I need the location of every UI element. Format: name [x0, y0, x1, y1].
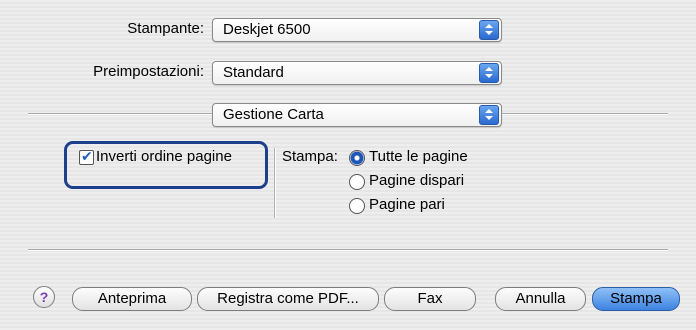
print-button[interactable]: Stampa	[592, 287, 680, 311]
radio-all-pages[interactable]	[349, 150, 365, 166]
popup-arrows-icon	[479, 63, 499, 83]
reverse-order-checkbox[interactable]: ✔	[79, 148, 94, 165]
presets-popup[interactable]: Standard	[212, 61, 502, 85]
radio-odd-pages[interactable]	[349, 174, 365, 190]
vertical-divider	[274, 148, 276, 218]
radio-all-pages-label[interactable]: Tutte le pagine	[369, 148, 468, 165]
fax-button[interactable]: Fax	[384, 287, 476, 311]
radio-even-pages-label[interactable]: Pagine pari	[369, 196, 445, 213]
panel-popup[interactable]: Gestione Carta	[212, 103, 502, 127]
checkmark-icon: ✔	[81, 148, 93, 164]
radio-even-pages[interactable]	[349, 198, 365, 214]
popup-arrows-icon	[479, 105, 499, 125]
popup-arrows-icon	[479, 20, 499, 40]
reverse-order-label[interactable]: Inverti ordine pagine	[96, 148, 232, 165]
presets-label: Preimpostazioni:	[93, 63, 204, 80]
radio-odd-pages-label[interactable]: Pagine dispari	[369, 172, 464, 189]
help-button[interactable]: ?	[33, 286, 55, 308]
printer-label: Stampante:	[127, 20, 204, 37]
printer-value: Deskjet 6500	[223, 21, 311, 38]
printer-popup[interactable]: Deskjet 6500	[212, 18, 502, 42]
print-pages-label: Stampa:	[282, 148, 338, 165]
preview-button[interactable]: Anteprima	[72, 287, 192, 311]
divider	[28, 249, 668, 251]
panel-value: Gestione Carta	[223, 106, 324, 123]
presets-value: Standard	[223, 64, 284, 81]
save-as-pdf-button[interactable]: Registra come PDF...	[197, 287, 379, 311]
cancel-button[interactable]: Annulla	[495, 287, 586, 311]
